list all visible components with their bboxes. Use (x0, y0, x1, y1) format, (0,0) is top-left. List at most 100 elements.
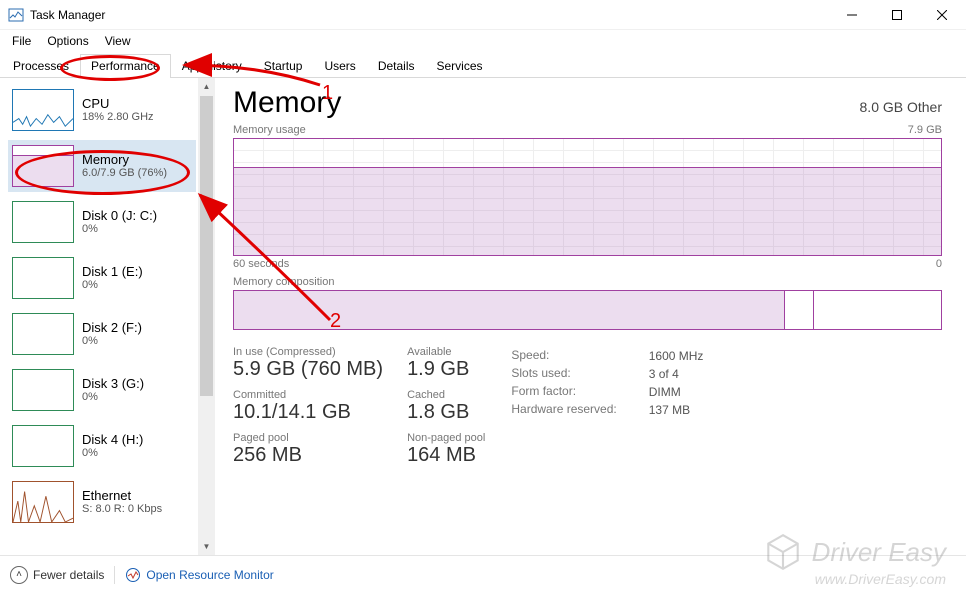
nonpaged-label: Non-paged pool (407, 432, 485, 444)
cube-icon (762, 531, 804, 573)
menu-options[interactable]: Options (39, 32, 96, 50)
sidebar-disk0-sub: 0% (82, 223, 157, 235)
available-value: 1.9 GB (407, 358, 485, 381)
scroll-up-icon[interactable]: ▲ (198, 78, 215, 95)
fewer-details-button[interactable]: ˄ Fewer details (10, 566, 104, 584)
slots-label: Slots used: (511, 366, 646, 382)
disk-thumb-icon (12, 201, 74, 243)
sidebar-item-cpu[interactable]: CPU 18% 2.80 GHz (8, 84, 196, 136)
chart-usage-max: 7.9 GB (908, 124, 942, 136)
open-resource-monitor-link[interactable]: Open Resource Monitor (125, 567, 273, 583)
cpu-thumb-icon (12, 89, 74, 131)
sidebar-item-disk2[interactable]: Disk 2 (F:) 0% (8, 308, 196, 360)
annotation-number-1: 1 (322, 82, 333, 105)
menu-file[interactable]: File (4, 32, 39, 50)
ethernet-thumb-icon (12, 481, 74, 523)
hw-label: Hardware reserved: (511, 402, 646, 418)
sidebar-disk4-name: Disk 4 (H:) (82, 433, 143, 447)
tab-details[interactable]: Details (367, 54, 426, 78)
window-title: Task Manager (30, 8, 829, 22)
comp-free-segment (814, 291, 941, 329)
inuse-label: In use (Compressed) (233, 346, 383, 358)
nonpaged-value: 164 MB (407, 444, 485, 467)
form-label: Form factor: (511, 384, 646, 400)
sidebar-ethernet-sub: S: 8.0 R: 0 Kbps (82, 503, 162, 515)
inuse-value: 5.9 GB (760 MB) (233, 358, 383, 381)
resmon-icon (125, 567, 141, 583)
sidebar: CPU 18% 2.80 GHz Memory 6.0/7.9 GB (76%)… (0, 78, 198, 555)
disk-thumb-icon (12, 313, 74, 355)
sidebar-disk2-name: Disk 2 (F:) (82, 321, 142, 335)
comp-standby-segment (785, 291, 813, 329)
chart-time-right: 0 (936, 258, 942, 270)
menubar: File Options View (0, 30, 966, 52)
sidebar-disk4-sub: 0% (82, 447, 143, 459)
committed-value: 10.1/14.1 GB (233, 401, 383, 424)
sidebar-memory-name: Memory (82, 153, 167, 167)
sidebar-item-disk0[interactable]: Disk 0 (J: C:) 0% (8, 196, 196, 248)
sidebar-disk1-name: Disk 1 (E:) (82, 265, 143, 279)
chart-time-left: 60 seconds (233, 258, 289, 270)
separator (114, 566, 115, 584)
close-button[interactable] (919, 1, 964, 29)
watermark: Driver Easy www.DriverEasy.com (762, 531, 946, 573)
menu-view[interactable]: View (97, 32, 139, 50)
sidebar-cpu-name: CPU (82, 97, 154, 111)
speed-value: 1600 MHz (649, 348, 704, 364)
memory-usage-chart[interactable] (233, 138, 942, 256)
slots-value: 3 of 4 (649, 366, 704, 382)
committed-label: Committed (233, 389, 383, 401)
hardware-meta: Speed:1600 MHz Slots used:3 of 4 Form fa… (509, 346, 705, 420)
tab-app-history[interactable]: App history (171, 54, 253, 78)
main-content: CPU 18% 2.80 GHz Memory 6.0/7.9 GB (76%)… (0, 78, 966, 555)
disk-thumb-icon (12, 369, 74, 411)
disk-thumb-icon (12, 425, 74, 467)
resmon-label: Open Resource Monitor (146, 568, 273, 582)
scroll-down-icon[interactable]: ▼ (198, 538, 215, 555)
taskmanager-icon (8, 7, 24, 23)
detail-total: 8.0 GB Other (860, 99, 942, 115)
watermark-url: www.DriverEasy.com (815, 571, 946, 587)
paged-value: 256 MB (233, 444, 383, 467)
sidebar-item-ethernet[interactable]: Ethernet S: 8.0 R: 0 Kbps (8, 476, 196, 528)
tab-performance[interactable]: Performance (80, 54, 171, 78)
titlebar: Task Manager (0, 0, 966, 30)
detail-panel: Memory 8.0 GB Other Memory usage 7.9 GB … (215, 78, 966, 555)
sidebar-scrollbar[interactable]: ▲ ▼ (198, 78, 215, 555)
speed-label: Speed: (511, 348, 646, 364)
annotation-number-2: 2 (330, 310, 341, 333)
fewer-details-label: Fewer details (33, 568, 104, 582)
sidebar-ethernet-name: Ethernet (82, 489, 162, 503)
memory-thumb-icon (12, 145, 74, 187)
tab-processes[interactable]: Processes (2, 54, 80, 78)
maximize-button[interactable] (874, 1, 919, 29)
sidebar-item-memory[interactable]: Memory 6.0/7.9 GB (76%) (8, 140, 196, 192)
minimize-button[interactable] (829, 1, 874, 29)
sidebar-memory-sub: 6.0/7.9 GB (76%) (82, 167, 167, 179)
sidebar-disk2-sub: 0% (82, 335, 142, 347)
form-value: DIMM (649, 384, 704, 400)
tabs: Processes Performance App history Startu… (0, 52, 966, 78)
sidebar-item-disk1[interactable]: Disk 1 (E:) 0% (8, 252, 196, 304)
comp-inuse-segment (234, 291, 785, 329)
sidebar-disk3-sub: 0% (82, 391, 144, 403)
sidebar-disk3-name: Disk 3 (G:) (82, 377, 144, 391)
cached-label: Cached (407, 389, 485, 401)
paged-label: Paged pool (233, 432, 383, 444)
scrollbar-thumb[interactable] (200, 96, 213, 396)
tab-services[interactable]: Services (426, 54, 494, 78)
tab-startup[interactable]: Startup (253, 54, 314, 78)
tab-users[interactable]: Users (313, 54, 366, 78)
chevron-up-icon: ˄ (10, 566, 28, 584)
chart-usage-label: Memory usage (233, 124, 306, 136)
sidebar-disk0-name: Disk 0 (J: C:) (82, 209, 157, 223)
sidebar-item-disk4[interactable]: Disk 4 (H:) 0% (8, 420, 196, 472)
sidebar-cpu-sub: 18% 2.80 GHz (82, 111, 154, 123)
sidebar-disk1-sub: 0% (82, 279, 143, 291)
hw-value: 137 MB (649, 402, 704, 418)
cached-value: 1.8 GB (407, 401, 485, 424)
disk-thumb-icon (12, 257, 74, 299)
sidebar-item-disk3[interactable]: Disk 3 (G:) 0% (8, 364, 196, 416)
available-label: Available (407, 346, 485, 358)
composition-label: Memory composition (233, 276, 942, 288)
